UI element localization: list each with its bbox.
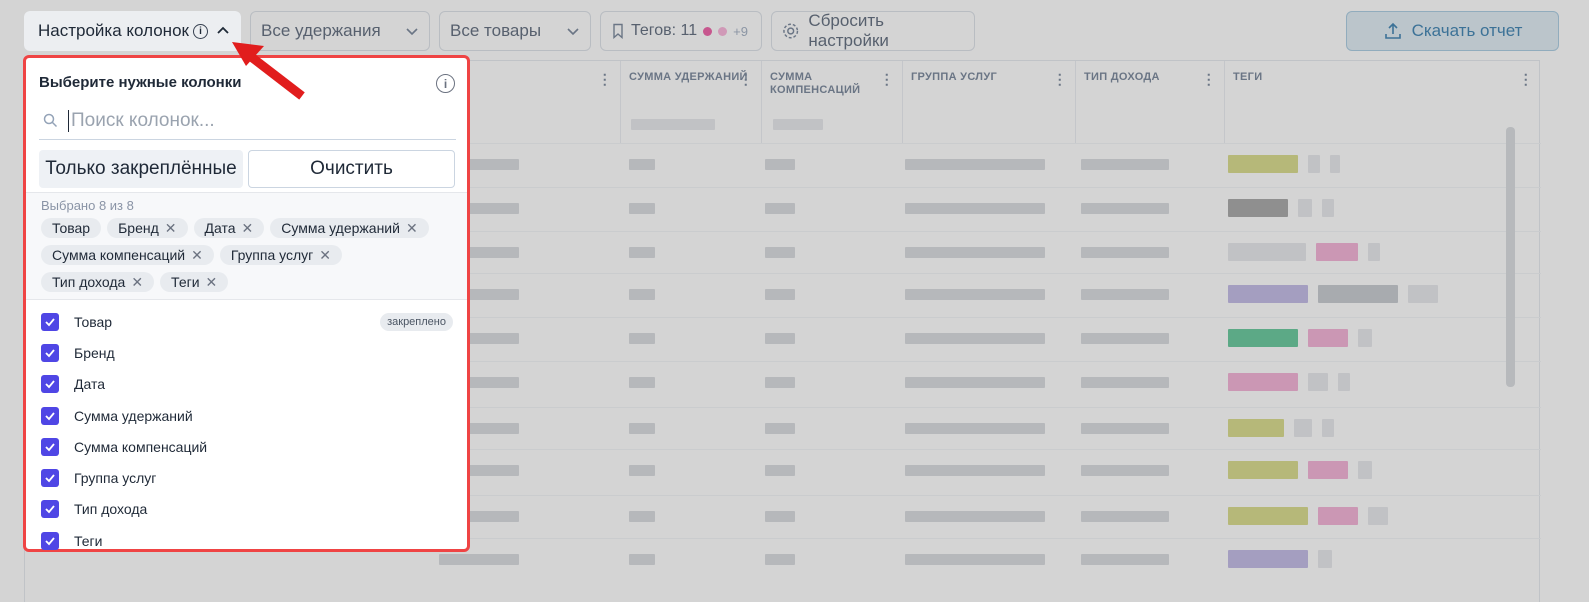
annotation-arrow [232,42,305,100]
column-list-item-label: Группа услуг [74,470,157,487]
remove-chip-icon[interactable]: ✕ [131,274,143,291]
column-chip: Тип дохода ✕ [41,272,155,292]
column-list-item[interactable]: Тип дохода [41,494,453,525]
remove-chip-icon[interactable]: ✕ [319,247,331,264]
check-icon [45,537,55,546]
column-settings-button[interactable]: Настройка колонок i [24,11,241,51]
column-chip: Сумма компенсаций ✕ [41,245,214,265]
column-list-item[interactable]: Сумма компенсаций [41,431,453,462]
column-list: Товар закреплено Бренд Дата Сумма удержаний С… [41,306,453,556]
column-list-item-label: Товар [74,313,113,330]
checkbox-checked[interactable] [41,343,59,362]
checkbox-checked[interactable] [41,406,59,425]
info-icon: i [192,23,208,39]
check-icon [45,443,55,452]
checkbox-checked[interactable] [41,531,59,550]
column-list-item[interactable]: Товар закреплено [41,306,453,337]
remove-chip-icon[interactable]: ✕ [406,220,418,237]
pinned-only-button[interactable]: Только закреплённые [39,150,243,188]
column-list-item[interactable]: Бренд [41,337,453,368]
checkbox-checked[interactable] [41,312,59,331]
remove-chip-icon[interactable]: ✕ [206,274,218,291]
column-list-item[interactable]: Теги [41,525,453,556]
column-picker-panel: Выберите нужные колонки i Только закрепл… [23,55,470,552]
selected-columns-area: Выбрано 8 из 8 Товар Бренд ✕ Дата ✕ Сумма уде… [26,192,467,300]
column-chip: Товар [41,218,102,238]
column-chip-label: Дата [204,220,236,236]
check-icon [45,349,55,358]
checkbox-checked[interactable] [41,437,59,456]
column-list-item-label: Тип дохода [74,501,148,518]
panel-title: Выберите нужные колонки [39,74,242,91]
column-list-item-label: Бренд [74,344,115,361]
check-icon [45,380,55,389]
check-icon [45,474,55,483]
column-settings-label: Настройка колонок [38,21,189,40]
column-list-item[interactable]: Сумма удержаний [41,400,453,431]
column-chip-label: Товар [52,220,91,236]
checkbox-checked[interactable] [41,469,59,488]
info-icon[interactable]: i [436,74,455,93]
check-icon [45,411,55,420]
column-list-item[interactable]: Дата [41,369,453,400]
search-icon [43,113,58,128]
column-chip-label: Сумма компенсаций [52,247,186,263]
remove-chip-icon[interactable]: ✕ [165,220,177,237]
column-search-input[interactable] [68,109,428,132]
column-list-item-label: Дата [74,376,106,393]
column-chip: Теги ✕ [160,272,229,292]
remove-chip-icon[interactable]: ✕ [242,220,254,237]
selected-count: Выбрано 8 из 8 [41,198,134,213]
remove-chip-icon[interactable]: ✕ [191,247,203,264]
check-icon [45,318,55,326]
column-list-item[interactable]: Группа услуг [41,462,453,493]
pinned-badge: закреплено [380,312,453,331]
column-chip: Сумма удержаний ✕ [270,218,429,238]
column-chip-label: Теги [171,274,200,290]
column-chip: Группа услуг ✕ [219,245,342,265]
clear-button[interactable]: Очистить [248,150,455,188]
column-chip-label: Сумма удержаний [281,220,400,236]
column-chip-label: Группа услуг [230,247,314,263]
column-search-field[interactable] [39,102,456,140]
column-list-item-label: Теги [74,532,103,549]
check-icon [45,505,55,514]
checkbox-checked[interactable] [41,375,59,394]
column-chip: Бренд ✕ [107,218,188,238]
selected-chips: Товар Бренд ✕ Дата ✕ Сумма удержаний ✕ Сумма ко… [41,218,461,292]
column-list-item-label: Сумма удержаний [74,407,193,424]
column-chip-label: Тип дохода [52,274,126,290]
column-list-item-label: Сумма компенсаций [74,438,208,455]
column-chip-label: Бренд [118,220,159,236]
checkbox-checked[interactable] [41,500,59,519]
column-chip: Дата ✕ [193,218,265,238]
